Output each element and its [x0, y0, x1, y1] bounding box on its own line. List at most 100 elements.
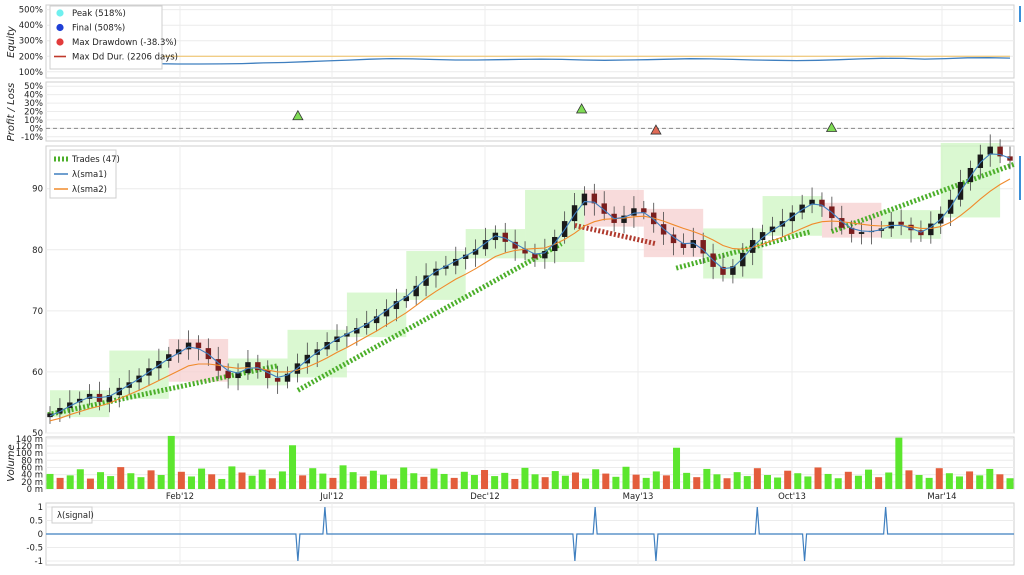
volume-bar: [804, 476, 812, 489]
volume-bar: [986, 468, 994, 489]
volume-bar: [258, 469, 266, 489]
volume-bar: [733, 472, 741, 489]
equity-scroll-indicator[interactable]: [1019, 6, 1021, 22]
volume-bar: [521, 467, 529, 489]
y-tick-label: 100%: [19, 68, 43, 78]
volume-bar: [824, 473, 832, 489]
candle-body: [898, 221, 904, 225]
x-tick-label: May'13: [623, 492, 654, 502]
volume-bar: [1006, 478, 1014, 489]
volume-bar: [450, 477, 458, 489]
legend-marker: [56, 23, 64, 32]
volume-bar: [582, 478, 590, 489]
volume-bar: [167, 435, 175, 489]
volume-bar: [339, 465, 347, 489]
volume-bar: [137, 477, 145, 489]
x-axis: Feb'12 Jul'12 Dec'12 May'13 Oct'13 Mar'14: [166, 492, 957, 502]
volume-bar: [915, 475, 923, 489]
volume-bar: [491, 476, 499, 489]
candle-body: [274, 378, 281, 382]
y-tick-label: -1: [35, 557, 43, 567]
volume-bar: [177, 471, 185, 489]
x-tick-label: Feb'12: [166, 492, 194, 502]
y-tick-label: 300%: [19, 37, 43, 47]
volume-bar: [612, 476, 620, 489]
volume-bar: [66, 475, 74, 489]
volume-bar: [309, 468, 317, 489]
volume-bar: [501, 472, 509, 489]
backtest-chart: Equity 500% 400% 300% 200% 100% Peak (518%) F…: [6, 4, 1021, 567]
volume-bar: [592, 469, 600, 489]
volume-bar: [420, 476, 428, 489]
volume-bar: [885, 472, 893, 489]
volume-bar: [511, 478, 519, 489]
volume-bar: [784, 470, 792, 489]
y-tick-label: 400%: [19, 21, 43, 31]
volume-bar: [86, 478, 94, 489]
volume-bar: [349, 472, 357, 489]
volume-bar: [319, 473, 327, 489]
volume-bar: [299, 475, 307, 489]
volume-bar: [430, 468, 438, 489]
volume-bar: [642, 477, 650, 489]
y-tick-label: 500%: [19, 6, 43, 16]
volume-bar: [531, 474, 539, 489]
legend-label: λ(sma1): [72, 170, 107, 180]
volume-bar: [198, 468, 206, 489]
price-scroll-indicator[interactable]: [1019, 156, 1021, 200]
y-tick-label: -10%: [21, 133, 43, 143]
volume-bar: [895, 437, 903, 489]
volume-bar: [218, 478, 226, 489]
legend-label: Max Drawdown (-38.3%): [72, 38, 177, 48]
volume-bar: [925, 477, 933, 489]
volume-bar: [359, 476, 367, 489]
candle-body: [195, 342, 202, 349]
volume-bar: [966, 471, 974, 489]
volume-bar: [440, 473, 448, 489]
volume-bar: [400, 467, 408, 489]
volume-bar: [187, 476, 195, 489]
y-tick-label: 0.5: [29, 517, 43, 527]
candle-body: [571, 205, 578, 222]
volume-bar: [662, 475, 670, 489]
legend-label: Peak (518%): [72, 9, 126, 19]
signal-panel: 1 0.5 0 -0.5 -1 λ(signal): [26, 502, 1015, 567]
x-tick-label: Mar'14: [927, 492, 956, 502]
volume-bar: [107, 476, 115, 489]
volume-bar: [541, 477, 549, 489]
volume-bar: [683, 472, 691, 489]
volume-bar: [693, 477, 701, 489]
price-panel: 9080706050 Trades (47)λ(sma1)λ(sma2): [32, 134, 1015, 439]
volume-bar: [460, 471, 468, 489]
volume-bar: [46, 473, 54, 489]
volume-bar: [865, 469, 873, 489]
legend-label: λ(signal): [57, 511, 94, 521]
x-tick-label: Jul'12: [319, 492, 343, 502]
volume-bar: [551, 471, 559, 489]
volume-bar: [673, 447, 681, 489]
volume-bar: [794, 473, 802, 489]
volume-bar: [622, 466, 630, 489]
volume-bar: [875, 477, 883, 489]
volume-bar: [481, 469, 489, 489]
volume-bar: [268, 478, 276, 489]
candle-body: [235, 373, 241, 379]
volume-panel: Volume 140 m120 m100 m80 m60 m40 m20 m0 …: [6, 435, 1015, 495]
volume-bar: [117, 467, 125, 489]
volume-bar: [571, 472, 579, 489]
volume-bar: [996, 474, 1004, 489]
volume-bar: [289, 445, 297, 489]
legend-label: λ(sma2): [72, 185, 107, 195]
volume-bar: [854, 475, 862, 489]
volume-bar: [602, 473, 610, 489]
y-tick-label: 90: [32, 185, 43, 195]
volume-bar: [329, 477, 337, 489]
volume-bar: [238, 472, 246, 489]
volume-bar: [976, 475, 984, 489]
volume-bar: [834, 478, 842, 489]
volume-bar: [410, 473, 418, 489]
volume-bar: [97, 472, 105, 489]
equity-panel: Equity 500% 400% 300% 200% 100% Peak (518%) F…: [6, 4, 1015, 79]
volume-bar: [147, 470, 155, 489]
volume-bar: [127, 473, 135, 489]
